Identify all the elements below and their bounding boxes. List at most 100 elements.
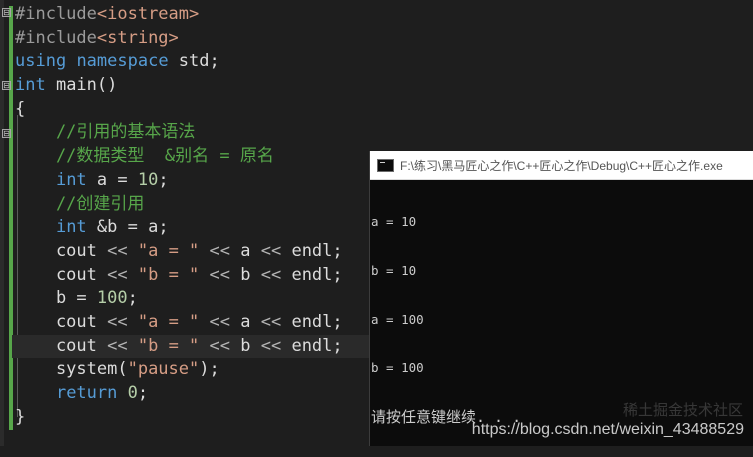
code-token: //数据类型 &别名 = 原名 xyxy=(15,146,274,167)
code-token: std; xyxy=(168,51,220,72)
code-token: endl; xyxy=(281,311,343,332)
editor-margin xyxy=(0,0,4,446)
fold-toggle-comment-icon[interactable]: ⊟ xyxy=(2,129,11,138)
code-token: << xyxy=(260,335,282,356)
code-token: ); xyxy=(199,359,220,380)
code-token: endl; xyxy=(281,264,343,285)
code-token: << xyxy=(260,240,282,261)
code-token: << xyxy=(107,264,128,285)
code-token: "b = " xyxy=(137,264,200,285)
code-token: int xyxy=(55,169,87,190)
console-app-icon xyxy=(377,158,394,172)
code-token: a = xyxy=(86,169,138,190)
fold-toggle-includes-icon[interactable]: ⊟ xyxy=(2,8,11,17)
code-token: << xyxy=(209,240,231,261)
code-token: "a = " xyxy=(137,311,200,332)
code-line[interactable]: //数据类型 &别名 = 原名 xyxy=(15,145,375,169)
code-token: "b = " xyxy=(137,335,200,356)
watermark-url: https://blog.csdn.net/weixin_43488529 xyxy=(471,421,744,438)
code-token: ; xyxy=(127,288,138,309)
code-token: int xyxy=(15,75,46,96)
code-line[interactable]: } xyxy=(15,406,375,430)
code-token: << xyxy=(260,264,282,285)
code-token: "a = " xyxy=(137,240,200,261)
watermark-juejin: 稀土掘金技术社区 xyxy=(622,402,743,419)
change-tracking-bar xyxy=(9,6,13,430)
code-lines[interactable]: #include<iostream> #include<string> using … xyxy=(12,3,375,430)
code-token: << xyxy=(107,240,128,261)
code-token: //创建引用 xyxy=(15,193,145,214)
code-token: #include xyxy=(15,27,97,48)
code-line[interactable]: { xyxy=(15,98,375,122)
code-line[interactable]: cout << "b = " << b << endl; xyxy=(15,264,375,288)
code-line[interactable]: //创建引用 xyxy=(15,193,375,217)
code-line[interactable]: int &b = a; xyxy=(15,216,375,240)
code-token: using xyxy=(15,51,67,72)
code-token: << xyxy=(107,311,128,332)
code-token: { xyxy=(15,98,26,119)
fold-toggle-main-icon[interactable]: ⊟ xyxy=(2,81,11,90)
code-line[interactable]: int main() xyxy=(15,74,375,98)
code-token: int xyxy=(55,217,87,238)
code-token: cout xyxy=(15,311,108,332)
code-line[interactable]: #include<string> xyxy=(15,27,375,51)
code-line[interactable]: cout << "a = " << a << endl; xyxy=(15,311,375,335)
code-token: endl; xyxy=(281,335,343,356)
code-token: 100 xyxy=(96,288,128,309)
code-line[interactable]: cout << "a = " << a << endl; xyxy=(15,240,375,264)
code-token: <string> xyxy=(96,27,179,48)
code-token: system( xyxy=(15,359,128,380)
code-line[interactable]: #include<iostream> xyxy=(15,3,375,27)
code-token: ; xyxy=(158,169,169,190)
code-token: cout xyxy=(15,240,108,261)
code-token: //引用的基本语法 xyxy=(15,122,196,143)
console-output-line: a = 10 xyxy=(371,214,417,230)
code-token: b = xyxy=(15,288,97,309)
code-token: << xyxy=(209,264,231,285)
code-token: 10 xyxy=(137,169,159,190)
code-token: b xyxy=(230,264,261,285)
code-line[interactable]: using namespace std; xyxy=(15,50,375,74)
code-token: a xyxy=(230,311,261,332)
code-token: << xyxy=(209,311,231,332)
code-token: main() xyxy=(45,75,118,96)
code-token: cout xyxy=(15,335,108,356)
code-token: a xyxy=(230,240,261,261)
code-line[interactable]: cout << "b = " << b << endl; xyxy=(12,334,375,359)
code-line[interactable]: b = 100; xyxy=(15,287,375,311)
console-output-line: b = 100 xyxy=(371,360,424,376)
code-token: <iostream> xyxy=(96,4,200,24)
code-token: << xyxy=(260,311,282,332)
console-output-line: a = 100 xyxy=(371,311,424,327)
code-line[interactable]: //引用的基本语法 xyxy=(15,121,375,145)
code-token: endl; xyxy=(281,240,343,261)
code-line[interactable]: int a = 10; xyxy=(15,169,375,193)
code-token: ; xyxy=(137,383,149,403)
code-token: namespace xyxy=(76,51,169,72)
console-output-line: b = 10 xyxy=(371,263,417,279)
code-token: b xyxy=(230,335,261,356)
code-token: 0 xyxy=(127,383,138,403)
code-line[interactable]: return 0; xyxy=(15,382,375,406)
console-titlebar[interactable]: F:\练习\黑马匠心之作\C++匠心之作\Debug\C++匠心之作.exe xyxy=(370,151,753,180)
code-token: << xyxy=(209,335,231,356)
code-token: #include xyxy=(15,4,97,24)
code-token: << xyxy=(107,335,128,356)
code-token: &b = a; xyxy=(86,217,169,238)
code-token: "pause" xyxy=(127,359,200,380)
code-line[interactable]: system("pause"); xyxy=(15,358,375,382)
code-token: cout xyxy=(15,264,108,285)
